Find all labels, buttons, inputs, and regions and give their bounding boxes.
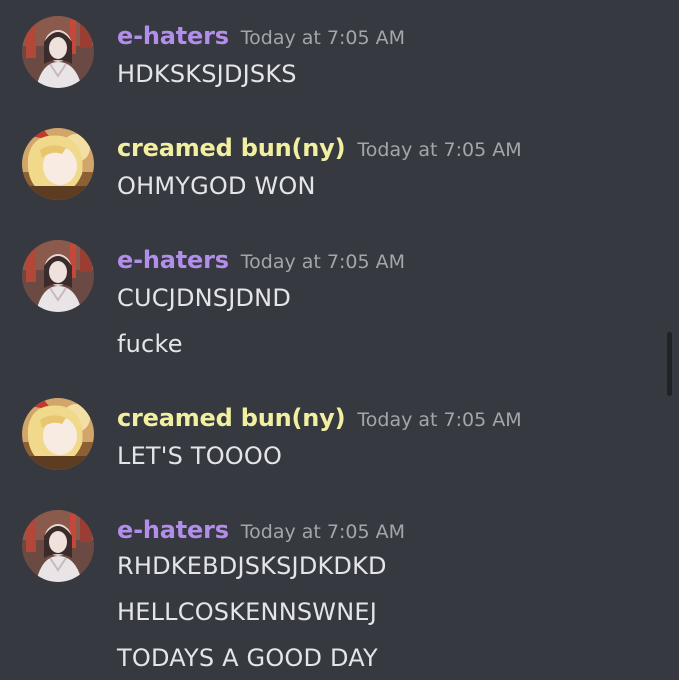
- message-text: fucke: [117, 330, 183, 358]
- message-header: e-haters Today at 7:05 AM: [117, 22, 405, 50]
- user-avatar[interactable]: [22, 16, 94, 88]
- user-avatar[interactable]: [22, 398, 94, 470]
- message-text: LET'S TOOOO: [117, 442, 283, 470]
- author-username[interactable]: creamed bun(ny): [117, 404, 346, 432]
- message-text: RHDKEBDJSKSJDKDKD: [117, 552, 387, 580]
- message-text: TODAYS A GOOD DAY: [117, 644, 378, 672]
- message-timestamp: Today at 7:05 AM: [357, 409, 522, 431]
- message-header: e-haters Today at 7:05 AM: [117, 246, 405, 274]
- author-username[interactable]: e-haters: [117, 246, 229, 274]
- message-timestamp: Today at 7:05 AM: [240, 521, 406, 543]
- user-avatar[interactable]: [22, 128, 94, 200]
- chat-messages: e-haters Today at 7:05 AM HDKSKSJDJSKS c…: [0, 0, 679, 680]
- message-header: creamed bun(ny) Today at 7:05 AM: [117, 134, 522, 162]
- message-header: e-haters Today at 7:05 AM: [117, 516, 405, 544]
- author-username[interactable]: e-haters: [117, 22, 229, 50]
- message-text: HDKSKSJDJSKS: [117, 60, 297, 88]
- message-header: creamed bun(ny) Today at 7:05 AM: [117, 404, 522, 432]
- message-timestamp: Today at 7:05 AM: [240, 27, 406, 49]
- author-username[interactable]: creamed bun(ny): [117, 134, 346, 162]
- user-avatar[interactable]: [22, 240, 94, 312]
- message-timestamp: Today at 7:05 AM: [357, 139, 522, 161]
- message-text: HELLCOSKENNSWNEJ: [117, 598, 378, 626]
- author-username[interactable]: e-haters: [117, 516, 229, 544]
- message-text: CUCJDNSJDND: [117, 284, 292, 312]
- message-text: OHMYGOD WON: [117, 172, 316, 200]
- scrollbar-thumb[interactable]: [667, 332, 672, 396]
- message-timestamp: Today at 7:05 AM: [240, 251, 406, 273]
- user-avatar[interactable]: [22, 510, 94, 582]
